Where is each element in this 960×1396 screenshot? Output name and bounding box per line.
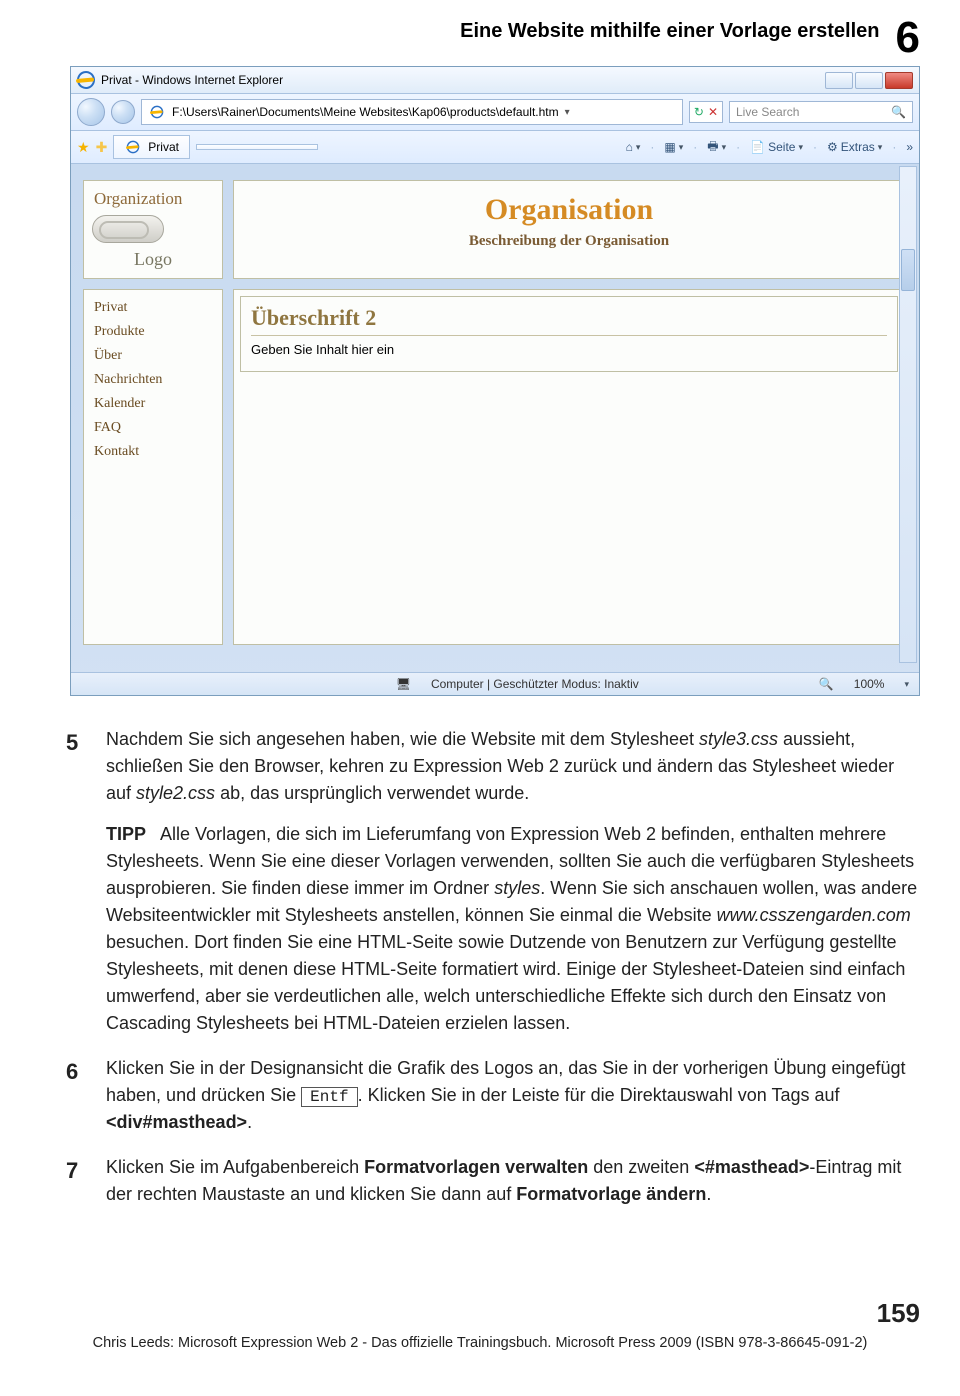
content-heading: Überschrift 2 [251,305,887,336]
browser-window: Privat - Windows Internet Explorer F:\Us… [70,66,920,696]
add-favorites-icon[interactable]: ✚ [96,139,108,156]
site-nav: Privat Produkte Über Nachrichten Kalende… [83,289,223,645]
tab-toolbar: ★ ✚ Privat ⌂▾ · ▦▾ · 🖶▾ · 📄 Seite ▾ · ⚙ … [71,131,919,164]
new-tab-button[interactable] [196,144,318,150]
org-label: Organization [94,189,212,209]
status-security-icon: 🖥 [396,677,411,691]
browser-tab[interactable]: Privat [113,135,190,159]
extras-menu[interactable]: ⚙ Extras ▾ [827,140,882,154]
address-text: F:\Users\Rainer\Documents\Meine Websites… [172,105,559,119]
search-box[interactable]: Live Search 🔍 [729,101,913,123]
refresh-stop-group: ↻ ✕ [689,101,723,123]
stop-icon[interactable]: ✕ [708,105,718,119]
home-button[interactable]: ⌂▾ [626,140,641,154]
viewport: Organization Logo Organisation Beschreib… [71,164,919,695]
page-number: 159 [40,1298,920,1329]
step-number: 5 [66,726,88,1037]
favorites-star-icon[interactable]: ★ [77,139,90,156]
scroll-thumb[interactable] [901,249,915,291]
nav-item[interactable]: FAQ [94,416,212,440]
feeds-button[interactable]: ▦▾ [664,140,683,154]
back-button[interactable] [77,98,105,126]
chapter-header: Eine Website mithilfe einer Vorlage erst… [40,20,920,60]
content-placeholder: Geben Sie Inhalt hier ein [251,342,887,357]
masthead-right: Organisation Beschreibung der Organisati… [233,180,905,279]
titlebar: Privat - Windows Internet Explorer [71,67,919,94]
tip-label: TIPP [106,824,146,844]
window-controls [825,72,913,89]
address-bar[interactable]: F:\Users\Rainer\Documents\Meine Websites… [141,99,683,125]
refresh-icon[interactable]: ↻ [694,105,704,119]
step-number: 6 [66,1055,88,1136]
minimize-button[interactable] [825,72,853,89]
nav-item[interactable]: Produkte [94,320,212,344]
ie-icon [75,69,97,91]
step-number: 7 [66,1154,88,1208]
content-box: Überschrift 2 Geben Sie Inhalt hier ein [240,296,898,372]
step-6: 6 Klicken Sie in der Designansicht die G… [66,1055,920,1136]
search-icon[interactable]: 🔍 [891,105,906,119]
step-5: 5 Nachdem Sie sich angesehen haben, wie … [66,726,920,1037]
footer-citation: Chris Leeds: Microsoft Expression Web 2 … [40,1335,920,1351]
maximize-button[interactable] [855,72,883,89]
toolbar-overflow-icon[interactable]: » [906,140,913,154]
nav-item[interactable]: Privat [94,296,212,320]
content-area: Überschrift 2 Geben Sie Inhalt hier ein [233,289,905,645]
chapter-title: Eine Website mithilfe einer Vorlage erst… [460,20,879,43]
nav-item[interactable]: Über [94,344,212,368]
window-title: Privat - Windows Internet Explorer [101,73,283,87]
address-dropdown-icon[interactable]: ▾ [565,107,570,118]
navigation-bar: F:\Users\Rainer\Documents\Meine Websites… [71,94,919,131]
tab-page-icon [126,139,141,154]
nav-item[interactable]: Nachrichten [94,368,212,392]
body-text: 5 Nachdem Sie sich angesehen haben, wie … [40,726,920,1208]
chapter-number: 6 [896,16,920,60]
key-entf: Entf [301,1087,357,1107]
tab-label: Privat [148,140,179,154]
page-menu[interactable]: 📄 Seite ▾ [750,140,803,154]
status-bar: 🖥 Computer | Geschützter Modus: Inaktiv … [71,672,919,695]
nav-item[interactable]: Kontakt [94,440,212,464]
print-button[interactable]: 🖶▾ [707,137,726,158]
step-7: 7 Klicken Sie im Aufgabenbereich Formatv… [66,1154,920,1208]
forward-button[interactable] [111,100,135,124]
site-subtitle: Beschreibung der Organisation [244,233,894,250]
vertical-scrollbar[interactable] [899,166,917,663]
zoom-value: 100% [854,677,885,691]
page-icon [149,104,164,119]
nav-item[interactable]: Kalender [94,392,212,416]
site-title: Organisation [244,193,894,227]
search-placeholder: Live Search [736,105,799,119]
logo-label: Logo [94,249,212,270]
zoom-dropdown-icon[interactable]: ▾ [904,679,909,690]
paperclip-icon [92,215,164,243]
status-text: Computer | Geschützter Modus: Inaktiv [431,677,639,691]
close-button[interactable] [885,72,913,89]
masthead-left: Organization Logo [83,180,223,279]
zoom-icon[interactable]: 🔍 [819,677,834,691]
